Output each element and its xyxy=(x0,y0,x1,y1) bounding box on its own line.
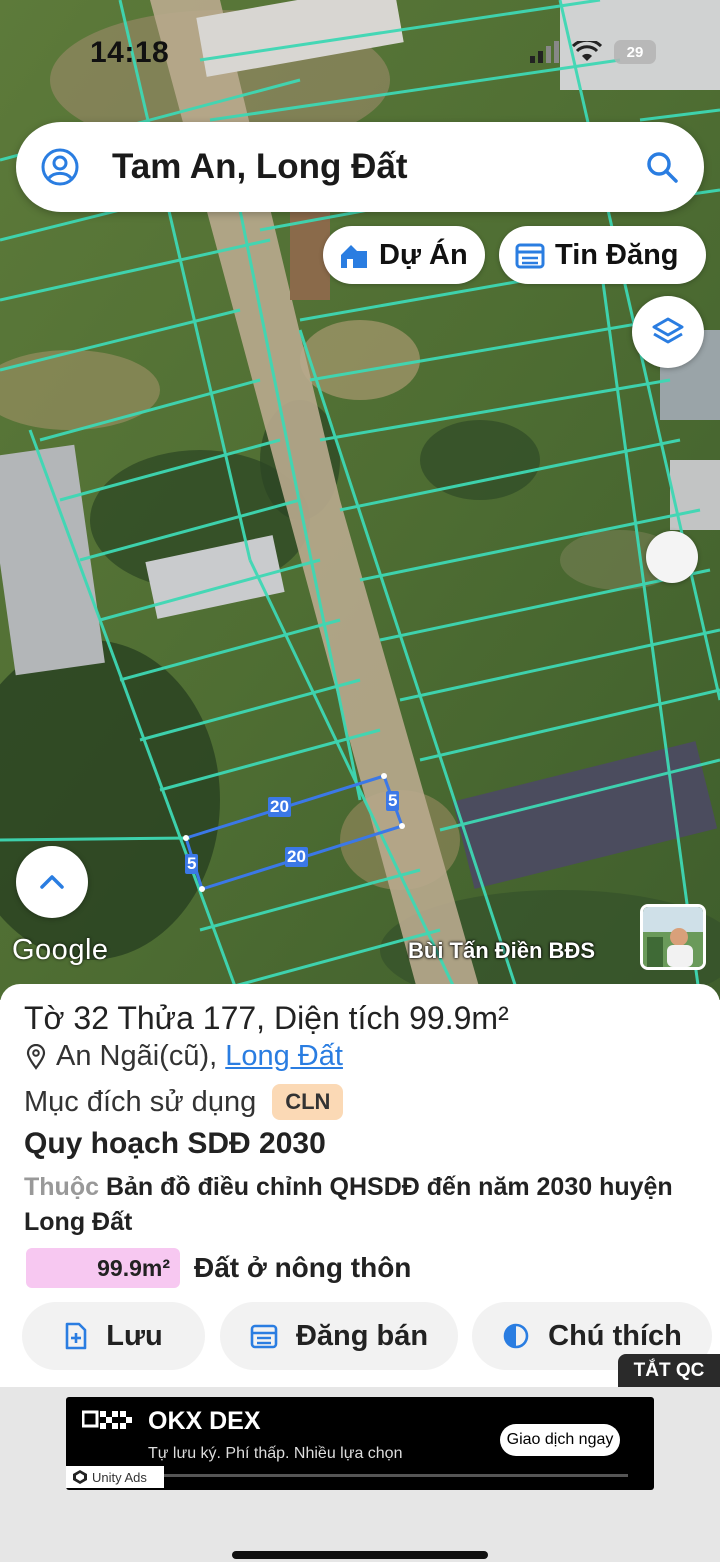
ad-provider-badge: Unity Ads xyxy=(66,1466,164,1488)
save-button[interactable]: Lưu xyxy=(22,1302,205,1370)
land-use-purpose: Mục đích sử dụng CLN xyxy=(24,1084,344,1120)
buildings-icon xyxy=(341,245,367,268)
okx-logo-mark xyxy=(82,1410,132,1429)
location-prefix: An Ngãi(cũ), xyxy=(56,1040,226,1072)
unity-icon xyxy=(73,1470,87,1484)
location-pin-icon xyxy=(26,1043,46,1070)
signal-icon xyxy=(530,41,559,63)
google-logo: Google xyxy=(12,934,109,966)
listings-label: Tin Đăng xyxy=(555,238,679,271)
ad-title: OKX DEX xyxy=(148,1407,261,1435)
battery-indicator: 29 xyxy=(614,40,656,64)
zoning-area-row: 99.9m² Đất ở nông thôn xyxy=(26,1248,411,1288)
user-icon[interactable] xyxy=(40,147,80,187)
purpose-label: Mục đích sử dụng xyxy=(24,1085,257,1118)
area-chip: 99.9m² xyxy=(26,1248,180,1288)
ad-fine-print xyxy=(148,1474,628,1477)
parcel-title: Tờ 32 Thửa 177, Diện tích 99.9m² xyxy=(24,1000,509,1036)
purpose-code-badge: CLN xyxy=(272,1084,344,1120)
post-sale-label: Đăng bán xyxy=(295,1319,429,1352)
satellite-map[interactable]: 20 20 5 5 14:18 29 Tam An, Long Đất Dự Á… xyxy=(0,0,720,1000)
home-indicator[interactable] xyxy=(232,1551,488,1559)
plan-source: Thuộc Bản đồ điều chỉnh QHSDĐ đến năm 20… xyxy=(24,1170,704,1240)
half-circle-icon xyxy=(503,1323,529,1349)
ad-provider-label: Unity Ads xyxy=(92,1469,147,1485)
parcel-location: An Ngãi(cũ), Long Đất xyxy=(26,1040,343,1073)
legend-label: Chú thích xyxy=(548,1319,682,1352)
search-icon[interactable] xyxy=(644,149,680,185)
status-icons: 29 xyxy=(530,40,656,64)
belongs-text: Bản đồ điều chỉnh QHSDĐ đến năm 2030 huy… xyxy=(24,1173,673,1236)
listings-button[interactable]: Tin Đăng xyxy=(499,226,706,284)
area-type: Đất ở nông thôn xyxy=(194,1252,412,1283)
search-query[interactable]: Tam An, Long Đất xyxy=(112,147,644,187)
layers-icon xyxy=(652,317,684,344)
calendar-list-icon xyxy=(250,1324,278,1349)
ad-banner-area: OKX DEX Tự lưu ký. Phí thấp. Nhiều lựa c… xyxy=(0,1387,720,1562)
post-sale-button[interactable]: Đăng bán xyxy=(220,1302,458,1370)
app-screen: 20 20 5 5 14:18 29 Tam An, Long Đất Dự Á… xyxy=(0,0,720,1562)
parcel-right-width-label: 5 xyxy=(386,791,400,811)
parcel-left-width-label: 5 xyxy=(185,854,199,874)
chevron-up-icon xyxy=(40,875,64,889)
expand-panel-button[interactable] xyxy=(16,846,88,918)
side-drawer-handle[interactable] xyxy=(646,531,698,583)
search-bar[interactable]: Tam An, Long Đất xyxy=(16,122,704,212)
save-label: Lưu xyxy=(106,1319,163,1352)
belongs-prefix: Thuộc xyxy=(24,1173,99,1201)
layers-button[interactable] xyxy=(632,296,704,368)
avatar xyxy=(640,904,706,970)
watermark-text: Bùi Tấn Điền BĐS xyxy=(408,938,596,963)
ad-cta-button[interactable]: Giao dịch ngay xyxy=(500,1424,620,1456)
parcel-bottom-length-label: 20 xyxy=(285,847,308,867)
parcel-top-length-label: 20 xyxy=(268,797,291,817)
avatar-photo xyxy=(643,907,703,967)
plan-title: Quy hoạch SDĐ 2030 xyxy=(24,1127,326,1160)
district-link[interactable]: Long Đất xyxy=(225,1040,343,1072)
projects-label: Dự Án xyxy=(379,238,468,271)
ad-subtitle: Tự lưu ký. Phí thấp. Nhiều lựa chọn xyxy=(148,1445,403,1462)
calendar-list-icon xyxy=(515,243,545,269)
ads-off-button[interactable]: TẮT QC xyxy=(618,1354,720,1388)
projects-button[interactable]: Dự Án xyxy=(323,226,485,284)
file-add-icon xyxy=(65,1322,87,1350)
parcel-info-panel: Tờ 32 Thửa 177, Diện tích 99.9m² An Ngãi… xyxy=(0,984,720,1387)
status-time: 14:18 xyxy=(90,36,170,69)
okx-logo xyxy=(82,1409,134,1431)
wifi-icon xyxy=(572,41,602,61)
